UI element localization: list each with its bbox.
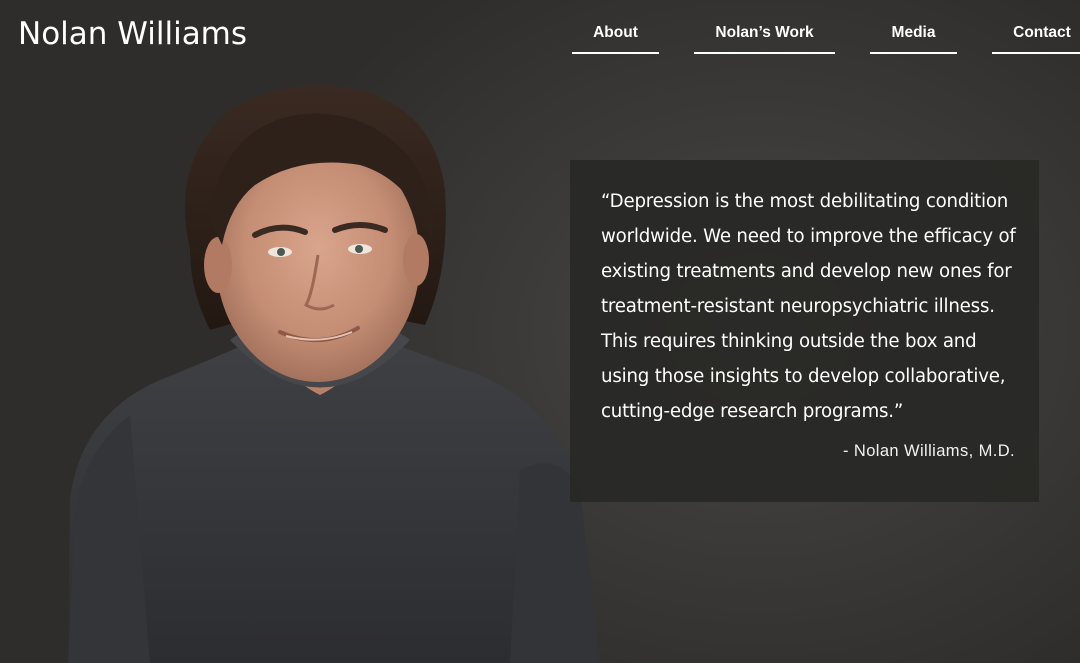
nav-item-media[interactable]: Media [870,22,957,54]
nav-item-nolans-work[interactable]: Nolan’s Work [694,22,835,54]
nav-item-about[interactable]: About [572,22,659,54]
quote-line: “Depression is the most debilitating con… [601,191,1009,212]
quote-card: “Depression is the most debilitating con… [570,160,1039,502]
portrait-photo [68,85,600,663]
quote-text: “Depression is the most debilitating con… [601,184,1019,429]
quote-line: worldwide. We need to improve the effica… [601,226,1016,247]
quote-line: using those insights to develop collabor… [601,366,1006,387]
quote-attribution: - Nolan Williams, M.D. [843,442,1015,460]
quote-line: existing treatments and develop new ones… [601,261,1012,282]
quote-line: treatment-resistant neuropsychiatric ill… [601,296,995,317]
homepage: Nolan Williams About Nolan’s Work Media … [0,0,1080,663]
quote-line: cutting-edge research programs.” [601,401,904,422]
nav-item-contact[interactable]: Contact [992,22,1080,54]
site-title[interactable]: Nolan Williams [18,14,247,54]
quote-line: This requires thinking outside the box a… [601,331,977,352]
